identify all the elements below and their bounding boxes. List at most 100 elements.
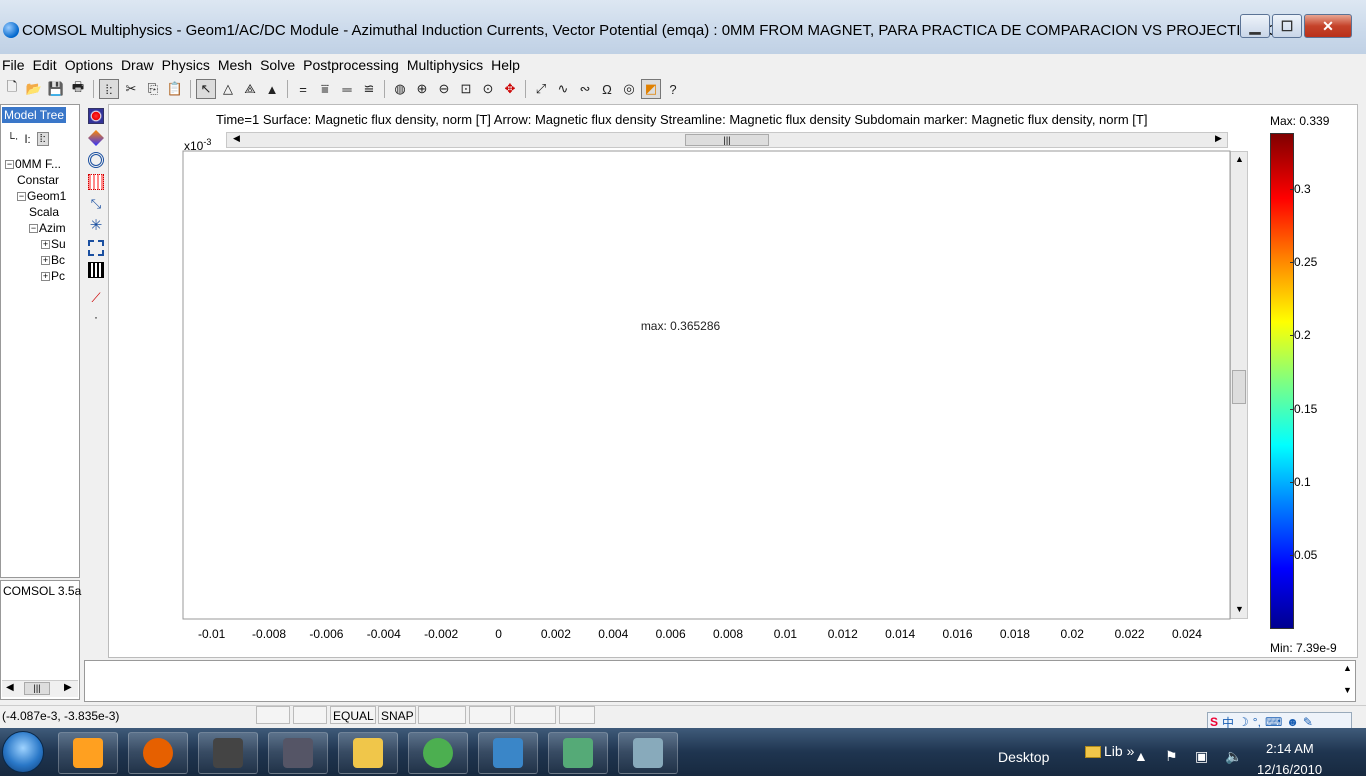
show-hidden-icons-icon[interactable]: ▲ bbox=[1134, 748, 1150, 764]
expand-icon[interactable]: + bbox=[41, 272, 50, 282]
rectangle-draw-icon[interactable] bbox=[88, 108, 104, 124]
scroll-up-icon[interactable]: ▲ bbox=[1235, 154, 1244, 164]
punctuation-icon[interactable]: °, bbox=[1253, 715, 1261, 729]
streamline-icon[interactable]: ✳ bbox=[88, 218, 104, 234]
probe-icon[interactable]: ◎ bbox=[619, 79, 639, 99]
lib-toolbar-label[interactable]: Lib » bbox=[1085, 743, 1134, 759]
sogou-icon[interactable]: S bbox=[1210, 715, 1218, 729]
wrench-icon[interactable]: ✎ bbox=[1303, 715, 1313, 729]
user-icon[interactable]: ☻ bbox=[1286, 715, 1299, 729]
help-icon[interactable]: ? bbox=[663, 79, 683, 99]
solve-2-icon[interactable]: ⩸ bbox=[315, 79, 335, 99]
taskbar-button[interactable] bbox=[268, 732, 328, 774]
menu-draw[interactable]: Draw bbox=[117, 57, 158, 73]
anim-icon[interactable]: ∿ bbox=[553, 79, 573, 99]
equal-icon[interactable]: ═ bbox=[337, 79, 357, 99]
colorplot-icon[interactable]: ◩ bbox=[641, 79, 661, 99]
menu-postprocessing[interactable]: Postprocessing bbox=[299, 57, 403, 73]
desktop-toolbar-label[interactable]: Desktop bbox=[998, 749, 1049, 765]
animation-icon[interactable] bbox=[88, 262, 104, 278]
print-icon[interactable]: 🖶 bbox=[68, 79, 88, 99]
scroll-down-icon[interactable]: ▼ bbox=[1235, 604, 1244, 614]
scroll-down-icon[interactable]: ▼ bbox=[1343, 685, 1352, 695]
taskbar-button[interactable] bbox=[618, 732, 678, 774]
plot-vertical-scrollbar[interactable]: ▲ ▼ bbox=[1230, 151, 1248, 619]
cut-icon[interactable]: ✂ bbox=[121, 79, 141, 99]
solve-icon[interactable]: = bbox=[293, 79, 313, 99]
maximize-button[interactable]: ☐ bbox=[1272, 14, 1302, 38]
ellipse-draw-icon[interactable] bbox=[88, 130, 104, 146]
tree-item[interactable]: − Geom1 bbox=[17, 189, 79, 203]
scroll-thumb[interactable] bbox=[1232, 370, 1246, 404]
mesh-select-icon[interactable]: ▲ bbox=[262, 79, 282, 99]
plot-icon[interactable]: ◍ bbox=[390, 79, 410, 99]
network-icon[interactable]: ▣ bbox=[1195, 748, 1211, 764]
boundary-select-icon[interactable] bbox=[88, 240, 104, 256]
post-icon[interactable]: ⤢ bbox=[531, 79, 551, 99]
mesh-icon[interactable]: △ bbox=[218, 79, 238, 99]
restart-icon[interactable]: ≌ bbox=[359, 79, 379, 99]
sub-icon[interactable]: ∾ bbox=[575, 79, 595, 99]
copy-icon[interactable]: ⎘ bbox=[143, 79, 163, 99]
model-tree-tab[interactable]: Model Tree bbox=[2, 107, 67, 123]
menu-help[interactable]: Help bbox=[487, 57, 524, 73]
circle-draw-icon[interactable] bbox=[88, 152, 104, 168]
menu-multiphysics[interactable]: Multiphysics bbox=[403, 57, 487, 73]
volume-icon[interactable]: 🔈 bbox=[1225, 748, 1242, 764]
tree-item[interactable]: Constar bbox=[17, 173, 79, 187]
line-draw-icon[interactable]: ⟋ bbox=[88, 290, 104, 306]
tree-item[interactable]: + Bc bbox=[41, 253, 79, 267]
zoom-extents-icon[interactable]: ⊙ bbox=[478, 79, 498, 99]
tree-item[interactable]: + Su bbox=[41, 237, 79, 251]
tree-view-detail-icon[interactable]: ⅼ: bbox=[24, 133, 30, 146]
point-draw-icon[interactable]: · bbox=[88, 310, 104, 326]
tree-item[interactable]: −0MM F... bbox=[5, 157, 79, 171]
collapse-icon[interactable]: − bbox=[29, 224, 38, 234]
zoom-out-icon[interactable]: ⊖ bbox=[434, 79, 454, 99]
expand-icon[interactable]: + bbox=[41, 240, 50, 250]
scroll-up-icon[interactable]: ▲ bbox=[1343, 663, 1352, 673]
collapse-icon[interactable]: − bbox=[17, 192, 26, 202]
pan-icon[interactable]: ✥ bbox=[500, 79, 520, 99]
equal-toggle[interactable]: EQUAL bbox=[330, 706, 376, 724]
minimize-button[interactable]: ▁ bbox=[1240, 14, 1270, 38]
taskbar-button[interactable] bbox=[478, 732, 538, 774]
refine-icon[interactable]: ⟁ bbox=[240, 79, 260, 99]
menu-options[interactable]: Options bbox=[61, 57, 117, 73]
new-icon[interactable]: 🗋 bbox=[2, 79, 22, 99]
scroll-right-icon[interactable]: ▶ bbox=[64, 682, 72, 693]
model-tree-icon[interactable]: ⁞: bbox=[99, 79, 119, 99]
clock-date[interactable]: 12/16/2010 bbox=[1257, 762, 1322, 776]
tree-item[interactable]: + Pc bbox=[41, 269, 79, 283]
clock-time[interactable]: 2:14 AM bbox=[1266, 741, 1314, 756]
scroll-left-icon[interactable]: ◀ bbox=[6, 682, 14, 693]
log-horizontal-scrollbar[interactable]: ◀ ||| ▶ bbox=[2, 680, 78, 697]
tree-view-flat-icon[interactable]: └· bbox=[7, 133, 18, 145]
open-icon[interactable]: 📂 bbox=[24, 79, 44, 99]
action-center-icon[interactable]: ⚑ bbox=[1165, 748, 1181, 764]
arrow-plot-icon[interactable]: ⤡ bbox=[88, 196, 104, 212]
tree-view-full-icon[interactable]: ⁞: bbox=[36, 132, 49, 146]
zoom-in-icon[interactable]: ⊕ bbox=[412, 79, 432, 99]
point-grid-icon[interactable] bbox=[88, 174, 104, 190]
close-button[interactable]: ✕ bbox=[1304, 14, 1352, 38]
zoom-window-icon[interactable]: ⊡ bbox=[456, 79, 476, 99]
keyboard-icon[interactable]: ⌨ bbox=[1265, 715, 1282, 729]
menu-physics[interactable]: Physics bbox=[158, 57, 214, 73]
taskbar-button[interactable] bbox=[58, 732, 118, 774]
paste-icon[interactable]: 📋 bbox=[165, 79, 185, 99]
magnetic-flux-plot[interactable]: ↗↖↓–– -0.01-0.008-0.006-0.004-0.00200.00… bbox=[180, 136, 1232, 648]
select-icon[interactable]: ↖ bbox=[196, 79, 216, 99]
omega-icon[interactable]: Ω bbox=[597, 79, 617, 99]
collapse-icon[interactable]: − bbox=[5, 160, 14, 170]
start-button[interactable] bbox=[2, 731, 44, 773]
menu-file[interactable]: File bbox=[0, 57, 29, 73]
expand-icon[interactable]: + bbox=[41, 256, 50, 266]
taskbar-button[interactable] bbox=[548, 732, 608, 774]
taskbar-button[interactable] bbox=[408, 732, 468, 774]
tree-item[interactable]: Scala bbox=[29, 205, 79, 219]
menu-solve[interactable]: Solve bbox=[256, 57, 299, 73]
scroll-thumb[interactable]: ||| bbox=[24, 682, 50, 695]
snap-toggle[interactable]: SNAP bbox=[378, 706, 416, 724]
taskbar-button[interactable] bbox=[128, 732, 188, 774]
